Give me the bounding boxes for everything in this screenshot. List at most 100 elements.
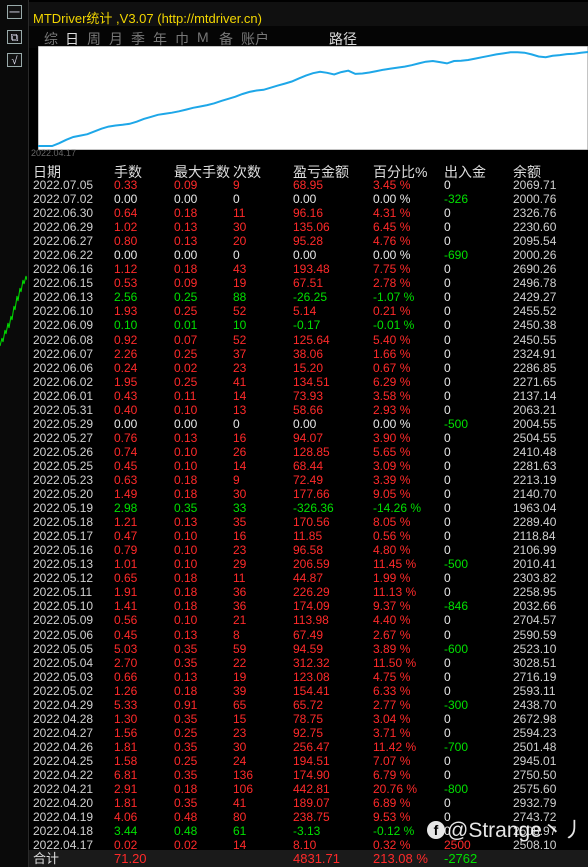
cell-trades: 10 — [233, 318, 247, 333]
cell-trades: 19 — [233, 276, 247, 291]
cell-date: 2022.06.02 — [33, 374, 94, 389]
cell-percent: 4.40 % — [373, 613, 411, 628]
cell-profit: -26.25 — [293, 290, 328, 305]
cell-date: 2022.06.06 — [33, 360, 94, 375]
cell-date: 2022.04.28 — [33, 711, 94, 726]
table-row[interactable]: 2022.07.05 0.33 0.09 9 68.95 3.45 % 0 2069.71 — [29, 178, 588, 192]
cell-lots: 5.33 — [114, 697, 138, 712]
table-row[interactable]: 2022.06.15 0.53 0.09 19 67.51 2.78 % 0 2496.78 — [29, 276, 588, 290]
cell-balance: 2324.91 — [513, 346, 557, 361]
table-row[interactable]: 2022.04.29 5.33 0.91 65 65.72 2.77 % -300 2438.… — [29, 698, 588, 712]
table-row[interactable]: 2022.05.10 1.41 0.18 36 174.09 9.37 % -846 2032… — [29, 599, 588, 613]
table-row[interactable]: 2022.06.13 2.56 0.25 88 -26.25 -1.07 % 0 2429.2… — [29, 290, 588, 304]
cell-max-lots: 0.18 — [174, 262, 198, 277]
table-row[interactable]: 2022.06.08 0.92 0.07 52 125.64 5.40 % 0 2450.55 — [29, 333, 588, 347]
table-row[interactable]: 2022.05.19 2.98 0.35 33 -326.36 -14.26 % 0 1963… — [29, 501, 588, 515]
cell-lots: 0.66 — [114, 669, 138, 684]
table-row[interactable]: 2022.05.23 0.63 0.18 9 72.49 3.39 % 0 2213.19 — [29, 473, 588, 487]
cell-balance: 2230.60 — [513, 220, 557, 235]
cell-max-lots: 0.13 — [174, 627, 198, 642]
table-row[interactable]: 2022.04.22 6.81 0.35 136 174.90 6.79 % 0 2750.5… — [29, 768, 588, 782]
window-icon[interactable]: ⧉ — [7, 30, 22, 44]
table-row[interactable]: 2022.06.07 2.26 0.25 37 38.06 1.66 % 0 2324.91 — [29, 347, 588, 361]
cell-balance: 2289.40 — [513, 515, 557, 530]
table-row[interactable]: 2022.05.11 1.91 0.18 36 226.29 11.13 % 0 2258.9… — [29, 585, 588, 599]
cell-profit: 189.07 — [293, 796, 330, 811]
table-row[interactable]: 2022.05.16 0.79 0.10 23 96.58 4.80 % 0 2106.99 — [29, 543, 588, 557]
cell-date: 2022.06.08 — [33, 332, 94, 347]
cell-in-out: 0 — [444, 430, 451, 445]
table-row[interactable]: 2022.07.02 0.00 0.00 0 0.00 0.00 % -326 2000.76 — [29, 192, 588, 206]
table-row[interactable]: 2022.05.12 0.65 0.18 11 44.87 1.99 % 0 2303.82 — [29, 571, 588, 585]
cell-trades: 11 — [233, 571, 246, 586]
table-row[interactable]: 2022.04.21 2.91 0.18 106 442.81 20.76 % -800 25… — [29, 782, 588, 796]
table-row[interactable]: 2022.05.29 0.00 0.00 0 0.00 0.00 % -500 2004.55 — [29, 417, 588, 431]
cell-profit: 174.90 — [293, 767, 330, 782]
tab-m[interactable]: M — [197, 29, 209, 45]
table-row[interactable]: 2022.06.30 0.64 0.18 11 96.16 4.31 % 0 2326.76 — [29, 206, 588, 220]
table-row[interactable]: 2022.05.02 1.26 0.18 39 154.41 6.33 % 0 2593.11 — [29, 684, 588, 698]
cell-max-lots: 0.18 — [174, 571, 198, 586]
table-row[interactable]: 2022.05.18 1.21 0.13 35 170.56 8.05 % 0 2289.40 — [29, 515, 588, 529]
table-row[interactable]: 2022.06.09 0.10 0.01 10 -0.17 -0.01 % 0 2450.38 — [29, 318, 588, 332]
cell-profit: 154.41 — [293, 683, 330, 698]
cell-profit: 113.98 — [293, 613, 329, 628]
cell-in-out: 0 — [444, 571, 451, 586]
cell-trades: 22 — [233, 655, 247, 670]
table-row[interactable]: 2022.05.25 0.45 0.10 14 68.44 3.09 % 0 2281.63 — [29, 459, 588, 473]
cell-in-out: 0 — [444, 501, 451, 516]
table-row[interactable]: 2022.05.27 0.76 0.13 16 94.07 3.90 % 0 2504.55 — [29, 431, 588, 445]
cell-percent: 9.05 % — [373, 487, 411, 502]
cell-lots: 1.12 — [114, 262, 138, 277]
table-row[interactable]: 2022.06.22 0.00 0.00 0 0.00 0.00 % -690 2000.26 — [29, 248, 588, 262]
cell-balance: 2501.48 — [513, 739, 557, 754]
minimize-icon[interactable]: 一 — [7, 5, 22, 19]
cell-trades: 136 — [233, 767, 254, 782]
table-row[interactable]: 2022.06.01 0.43 0.11 14 73.93 3.58 % 0 2137.14 — [29, 389, 588, 403]
cell-profit: 67.51 — [293, 276, 324, 291]
table-row[interactable]: 2022.05.20 1.49 0.18 30 177.66 9.05 % 0 2140.70 — [29, 487, 588, 501]
cell-balance: 2523.10 — [513, 641, 557, 656]
cell-profit: 125.64 — [293, 332, 330, 347]
cell-profit: 92.75 — [293, 725, 324, 740]
cell-balance: 2286.85 — [513, 360, 557, 375]
table-row[interactable]: 2022.06.29 1.02 0.13 30 135.06 6.45 % 0 2230.60 — [29, 220, 588, 234]
cell-max-lots: 0.02 — [174, 360, 198, 375]
cell-lots: 1.58 — [114, 753, 138, 768]
cell-max-lots: 0.10 — [174, 529, 198, 544]
cell-percent: 8.05 % — [373, 515, 411, 530]
cell-balance: 2140.70 — [513, 487, 557, 502]
table-row[interactable]: 2022.06.10 1.93 0.25 52 5.14 0.21 % 0 2455.52 — [29, 304, 588, 318]
table-row[interactable]: 2022.05.26 0.74 0.10 26 128.85 5.65 % 0 2410.48 — [29, 445, 588, 459]
table-row[interactable]: 2022.06.27 0.80 0.13 20 95.28 4.76 % 0 2095.54 — [29, 234, 588, 248]
cell-date: 2022.06.13 — [33, 290, 94, 305]
table-row[interactable]: 2022.05.04 2.70 0.35 22 312.32 11.50 % 0 3028.5… — [29, 656, 588, 670]
table-row[interactable]: 2022.06.06 0.24 0.02 23 15.20 0.67 % 0 2286.85 — [29, 361, 588, 375]
table-row[interactable]: 2022.05.09 0.56 0.10 21 113.98 4.40 % 0 2704.57 — [29, 613, 588, 627]
table-row[interactable]: 2022.05.17 0.47 0.10 16 11.85 0.56 % 0 2118.84 — [29, 529, 588, 543]
table-row[interactable]: 2022.05.03 0.66 0.13 19 123.08 4.75 % 0 2716.19 — [29, 670, 588, 684]
check-icon[interactable]: √ — [7, 53, 22, 67]
cell-lots: 5.03 — [114, 641, 138, 656]
table-row[interactable]: 2022.04.27 1.56 0.25 23 92.75 3.71 % 0 2594.23 — [29, 726, 588, 740]
cell-percent: 0.21 % — [373, 304, 411, 319]
cell-in-out: 0 — [444, 753, 451, 768]
table-row[interactable]: 2022.04.28 1.30 0.35 15 78.75 3.04 % 0 2672.98 — [29, 712, 588, 726]
cell-date: 2022.04.22 — [33, 767, 94, 782]
cell-trades: 30 — [233, 487, 247, 502]
cell-trades: 0 — [233, 416, 240, 431]
table-row[interactable]: 2022.05.13 1.01 0.10 29 206.59 11.45 % -500 201… — [29, 557, 588, 571]
table-row[interactable]: 2022.05.05 5.03 0.35 59 94.59 3.89 % -600 2523.… — [29, 642, 588, 656]
table-row[interactable]: 2022.04.20 1.81 0.35 41 189.07 6.89 % 0 2932.79 — [29, 796, 588, 810]
cell-percent: 3.90 % — [373, 430, 411, 445]
table-row[interactable]: 2022.06.16 1.12 0.18 43 193.48 7.75 % 0 2690.26 — [29, 262, 588, 276]
cell-trades: 11 — [233, 206, 246, 221]
table-row[interactable]: 2022.06.02 1.95 0.25 41 134.51 6.29 % 0 2271.65 — [29, 375, 588, 389]
table-row[interactable]: 2022.04.25 1.58 0.25 24 194.51 7.07 % 0 2945.01 — [29, 754, 588, 768]
cell-trades: 26 — [233, 444, 247, 459]
table-row[interactable]: 2022.04.26 1.81 0.35 30 256.47 11.42 % -700 250… — [29, 740, 588, 754]
cell-trades: 9 — [233, 472, 240, 487]
cell-max-lots: 0.35 — [174, 641, 198, 656]
table-row[interactable]: 2022.05.31 0.40 0.10 13 58.66 2.93 % 0 2063.21 — [29, 403, 588, 417]
table-row[interactable]: 2022.05.06 0.45 0.13 8 67.49 2.67 % 0 2590.59 — [29, 628, 588, 642]
